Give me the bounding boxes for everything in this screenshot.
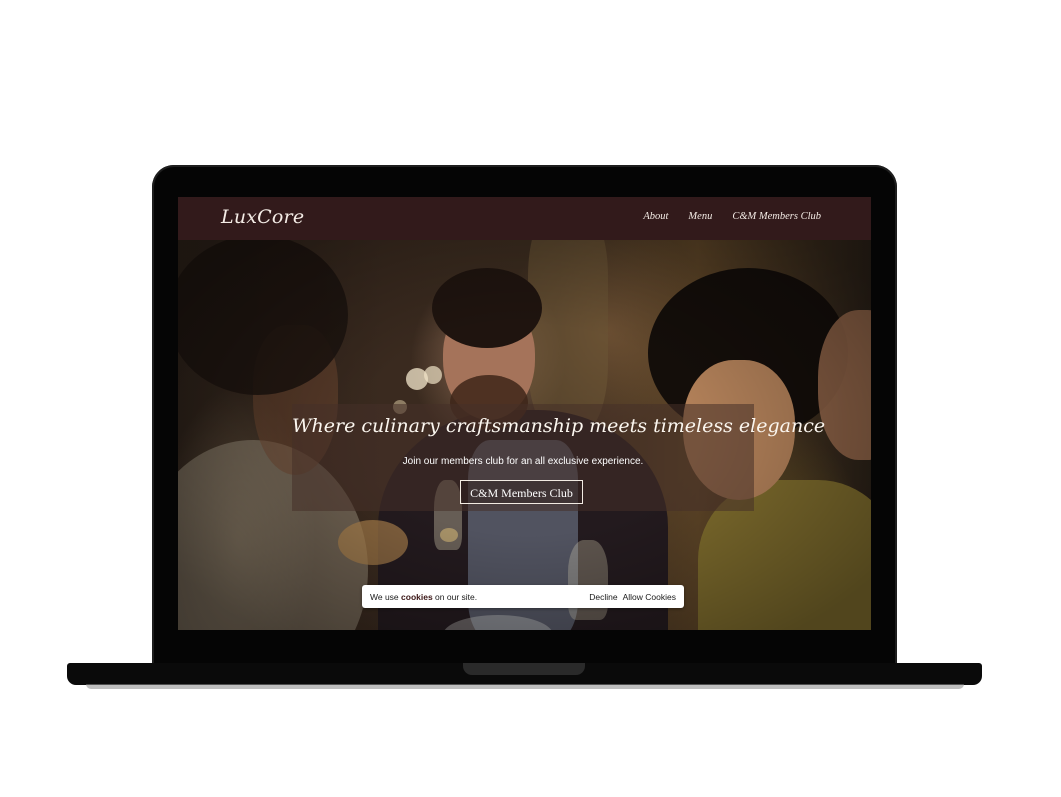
hero-text-panel: Where culinary craftsmanship meets timel… xyxy=(292,404,826,511)
hero-subtitle: Join our members club for an all exclusi… xyxy=(402,456,644,467)
cookie-message-prefix: We use xyxy=(370,592,402,602)
members-club-button[interactable]: C&M Members Club xyxy=(460,480,583,504)
brand-logo[interactable]: LuxCore xyxy=(221,206,304,228)
cookie-banner: We use cookies on our site. Decline Allo… xyxy=(362,585,684,608)
cookie-message-suffix: on our site. xyxy=(432,592,478,602)
nav-link-menu[interactable]: Menu xyxy=(688,211,712,222)
allow-cookies-button[interactable]: Allow Cookies xyxy=(623,592,676,602)
nav-link-members-club[interactable]: C&M Members Club xyxy=(732,211,821,222)
cookie-actions: Decline Allow Cookies xyxy=(589,592,676,602)
laptop-screen: LuxCore About Menu C&M Members Club Wher… xyxy=(178,197,871,630)
nav-link-about[interactable]: About xyxy=(643,211,668,222)
laptop-lid-notch xyxy=(463,663,585,675)
nav-links: About Menu C&M Members Club xyxy=(643,211,821,222)
hero-title: Where culinary craftsmanship meets timel… xyxy=(292,415,826,437)
device-mockup: LuxCore About Menu C&M Members Club Wher… xyxy=(0,0,1061,797)
cookie-link[interactable]: cookies xyxy=(401,592,433,602)
laptop-base-shadow xyxy=(86,684,964,689)
cookie-message: We use cookies on our site. xyxy=(370,592,477,602)
decline-cookies-button[interactable]: Decline xyxy=(589,592,617,602)
top-navbar: LuxCore About Menu C&M Members Club xyxy=(178,197,871,240)
